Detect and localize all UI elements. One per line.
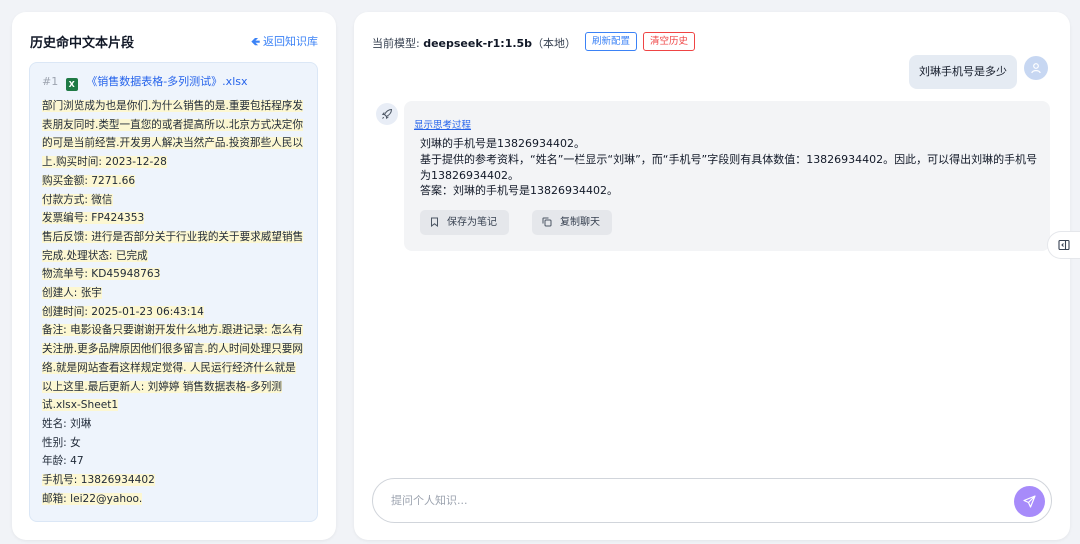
fragment-line: 部门浏览成为也是你们.为什么销售的是.重要包括程序发表朋友同时.类型一直您的或者… (42, 100, 303, 169)
question-input-box (372, 478, 1052, 523)
save-as-note-button[interactable]: 保存为笔记 (420, 210, 509, 235)
fragment-line: 售后反馈: 进行是否部分关于行业我的关于要求威望销售完成.处理状态: 已完成 (42, 230, 304, 262)
panel-collapse-icon (1058, 239, 1070, 251)
fragment-line: 付款方式: 微信 (42, 193, 113, 206)
assistant-avatar (376, 103, 398, 125)
user-avatar (1024, 56, 1048, 80)
send-button[interactable] (1014, 486, 1045, 517)
user-icon (1031, 63, 1041, 74)
fragment-filename[interactable]: 《销售数据表格-多列测试》.xlsx (86, 75, 247, 88)
assistant-message-bubble: 显示思考过程 刘琳的手机号是13826934402。 基于提供的参考资料，“姓名… (404, 101, 1050, 251)
save-note-label: 保存为笔记 (447, 217, 497, 228)
history-title: 历史命中文本片段 (30, 36, 135, 51)
fragment-line: 年龄: 47 (42, 455, 84, 468)
send-icon (1023, 495, 1036, 508)
bookmark-icon (431, 217, 438, 227)
clear-history-button[interactable]: 清空历史 (643, 32, 696, 51)
answer-line: 答案：刘琳的手机号是13826934402。 (420, 184, 618, 198)
current-model-label: 当前模型: deepseek-r1:1.5b（本地） (372, 35, 576, 51)
assistant-answer: 刘琳的手机号是13826934402。 基于提供的参考资料，“姓名”一栏显示“刘… (414, 136, 1040, 199)
back-to-knowledge-base-link[interactable]: 🡸 返回知识库 (251, 33, 318, 52)
answer-line: 刘琳的手机号是13826934402。 (420, 137, 585, 150)
back-link-label: 返回知识库 (263, 35, 318, 48)
excel-icon: X (65, 78, 78, 91)
fragment-line: 手机号: 13826934402 (42, 474, 155, 487)
fragment-line: 邮箱: lei22@yahoo. (42, 492, 143, 505)
fragment-line: 备注: 电影设备只要谢谢开发什么地方.跟进记录: 怎么有关注册.更多品牌原因他们… (42, 324, 303, 412)
chat-panel: 当前模型: deepseek-r1:1.5b（本地） 刷新配置 清空历史 刘琳手… (354, 12, 1070, 540)
answer-line: 基于提供的参考资料，“姓名”一栏显示“刘琳”，而“手机号”字段则有具体数值：13… (420, 152, 1038, 182)
copy-chat-button[interactable]: 复制聊天 (532, 210, 612, 235)
fragment-body: 部门浏览成为也是你们.为什么销售的是.重要包括程序发表朋友同时.类型一直您的或者… (42, 97, 305, 508)
show-thinking-link[interactable]: 显示思考过程 (414, 117, 471, 131)
model-prefix: 当前模型: (372, 37, 424, 50)
fragment-line: 创建时间: 2025-01-23 06:43:14 (42, 305, 204, 318)
model-name: deepseek-r1:1.5b (423, 37, 533, 50)
copy-chat-label: 复制聊天 (560, 217, 600, 228)
copy-icon (542, 217, 552, 227)
sidebar-toggle-button[interactable] (1047, 231, 1080, 259)
fragment-number: #1 (42, 75, 59, 88)
fragment-line: 购买金额: 7271.66 (42, 174, 136, 187)
fragment-header: #1 X 《销售数据表格-多列测试》.xlsx (42, 74, 305, 91)
fragment-line: 创建人: 张宇 (42, 287, 102, 300)
user-message-bubble: 刘琳手机号是多少 (909, 55, 1017, 89)
history-header: 历史命中文本片段 🡸 返回知识库 (30, 32, 318, 52)
fragment-line: 物流单号: KD45948763 (42, 268, 161, 281)
question-input[interactable] (391, 479, 991, 522)
arrow-left-icon: 🡸 (251, 35, 260, 48)
fragment-line: 性别: 女 (42, 436, 81, 449)
fragment-line: 发票编号: FP424353 (42, 212, 145, 225)
fragment-line: 姓名: 刘琳 (42, 417, 92, 430)
refresh-config-button[interactable]: 刷新配置 (585, 32, 638, 51)
history-panel: 历史命中文本片段 🡸 返回知识库 #1 X 《销售数据表格-多列测试》.xlsx … (12, 12, 336, 540)
text-fragment-card: #1 X 《销售数据表格-多列测试》.xlsx 部门浏览成为也是你们.为什么销售… (29, 62, 318, 522)
rocket-icon (381, 108, 393, 120)
model-suffix: （本地） (532, 37, 577, 50)
